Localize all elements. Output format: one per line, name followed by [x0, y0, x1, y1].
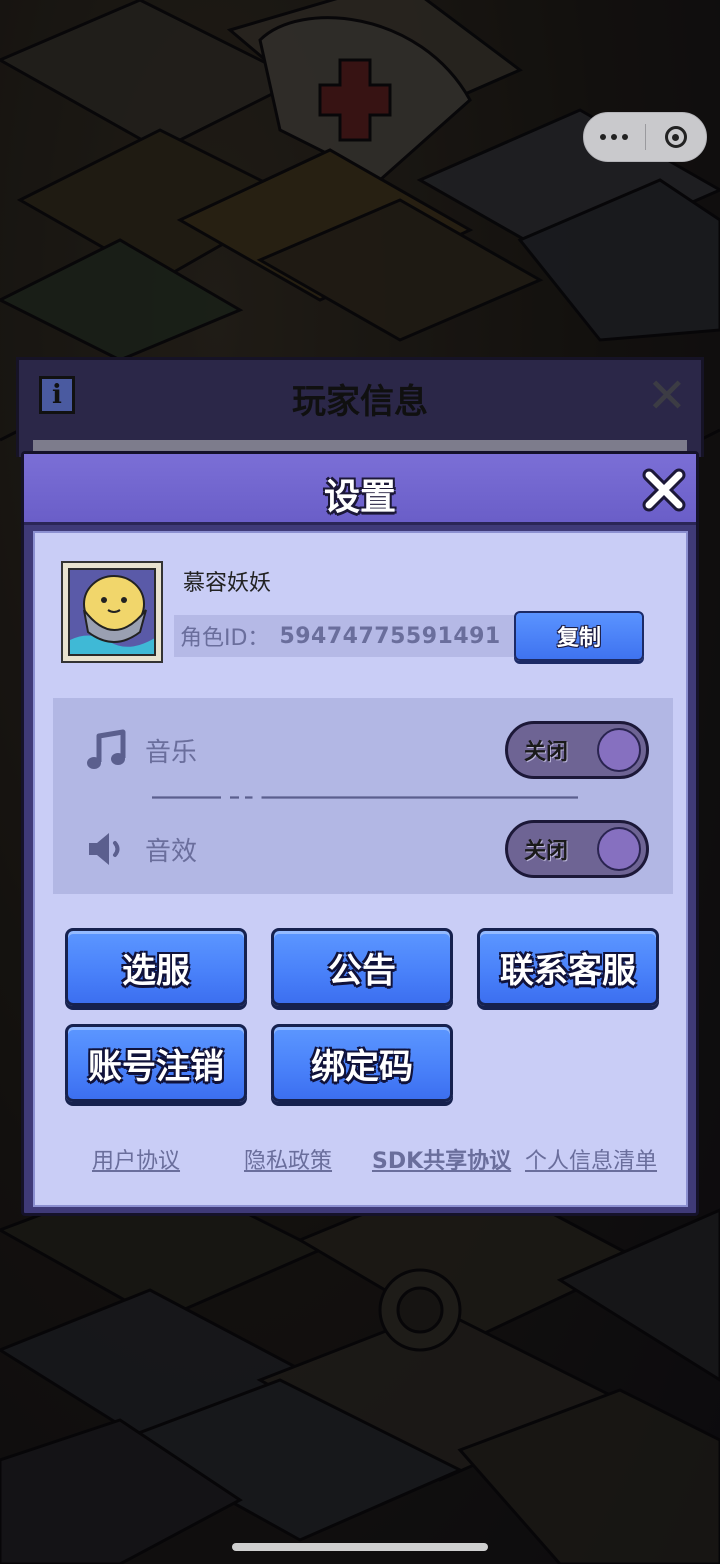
player-info-panel: i 玩家信息 ✕: [16, 357, 704, 460]
avatar: [61, 561, 163, 663]
sfx-toggle-knob: [597, 827, 641, 871]
sfx-toggle[interactable]: 关闭: [505, 820, 649, 878]
speaker-icon: [83, 825, 131, 873]
audio-settings: 音乐 关闭 音效 关闭: [53, 698, 673, 894]
settings-header: 设置: [24, 454, 696, 525]
divider: [152, 796, 578, 799]
legal-links: 用户协议 隐私政策 SDK共享协议 个人信息清单: [35, 1143, 686, 1175]
player-id-value: 59474775591491: [279, 623, 501, 649]
delete-account-button[interactable]: 账号注销: [65, 1024, 247, 1102]
select-server-button[interactable]: 选服: [65, 928, 247, 1006]
player-info-title: 玩家信息: [292, 382, 428, 422]
settings-title: 设置: [323, 477, 396, 518]
avatar-image: [68, 568, 156, 656]
sdk-sharing-link[interactable]: SDK共享协议: [372, 1143, 511, 1175]
sfx-label: 音效: [145, 836, 198, 867]
player-nickname: 慕容妖妖: [183, 571, 272, 596]
home-indicator[interactable]: [232, 1543, 488, 1551]
more-dots-icon[interactable]: [584, 113, 645, 161]
music-toggle-label: 关闭: [524, 740, 569, 765]
music-toggle-knob: [597, 728, 641, 772]
close-icon: [642, 468, 686, 512]
announcement-button[interactable]: 公告: [271, 928, 453, 1006]
settings-modal: 设置 慕容妖妖 角色ID： 59474775591491 复制 音乐 关闭 音效…: [21, 451, 699, 1216]
personal-info-list-link[interactable]: 个人信息清单: [525, 1143, 657, 1175]
music-row: 音乐 关闭: [53, 715, 673, 785]
player-id-box: 角色ID： 59474775591491: [174, 615, 514, 657]
sfx-toggle-label: 关闭: [524, 839, 569, 864]
music-toggle[interactable]: 关闭: [505, 721, 649, 779]
player-id-label: 角色ID：: [180, 626, 270, 651]
copy-id-button[interactable]: 复制: [514, 611, 644, 661]
bind-code-button[interactable]: 绑定码: [271, 1024, 453, 1102]
privacy-policy-link[interactable]: 隐私政策: [244, 1143, 332, 1175]
target-close-icon[interactable]: [645, 113, 706, 161]
contact-support-button[interactable]: 联系客服: [477, 928, 659, 1006]
close-button[interactable]: [640, 466, 688, 514]
close-icon[interactable]: ✕: [647, 372, 687, 420]
sfx-row: 音效 关闭: [53, 814, 673, 884]
settings-body: 慕容妖妖 角色ID： 59474775591491 复制 音乐 关闭 音效 关闭…: [33, 531, 688, 1207]
music-label: 音乐: [145, 737, 198, 768]
user-agreement-link[interactable]: 用户协议: [92, 1143, 180, 1175]
miniprogram-capsule: [583, 112, 707, 162]
music-note-icon: [83, 726, 131, 774]
